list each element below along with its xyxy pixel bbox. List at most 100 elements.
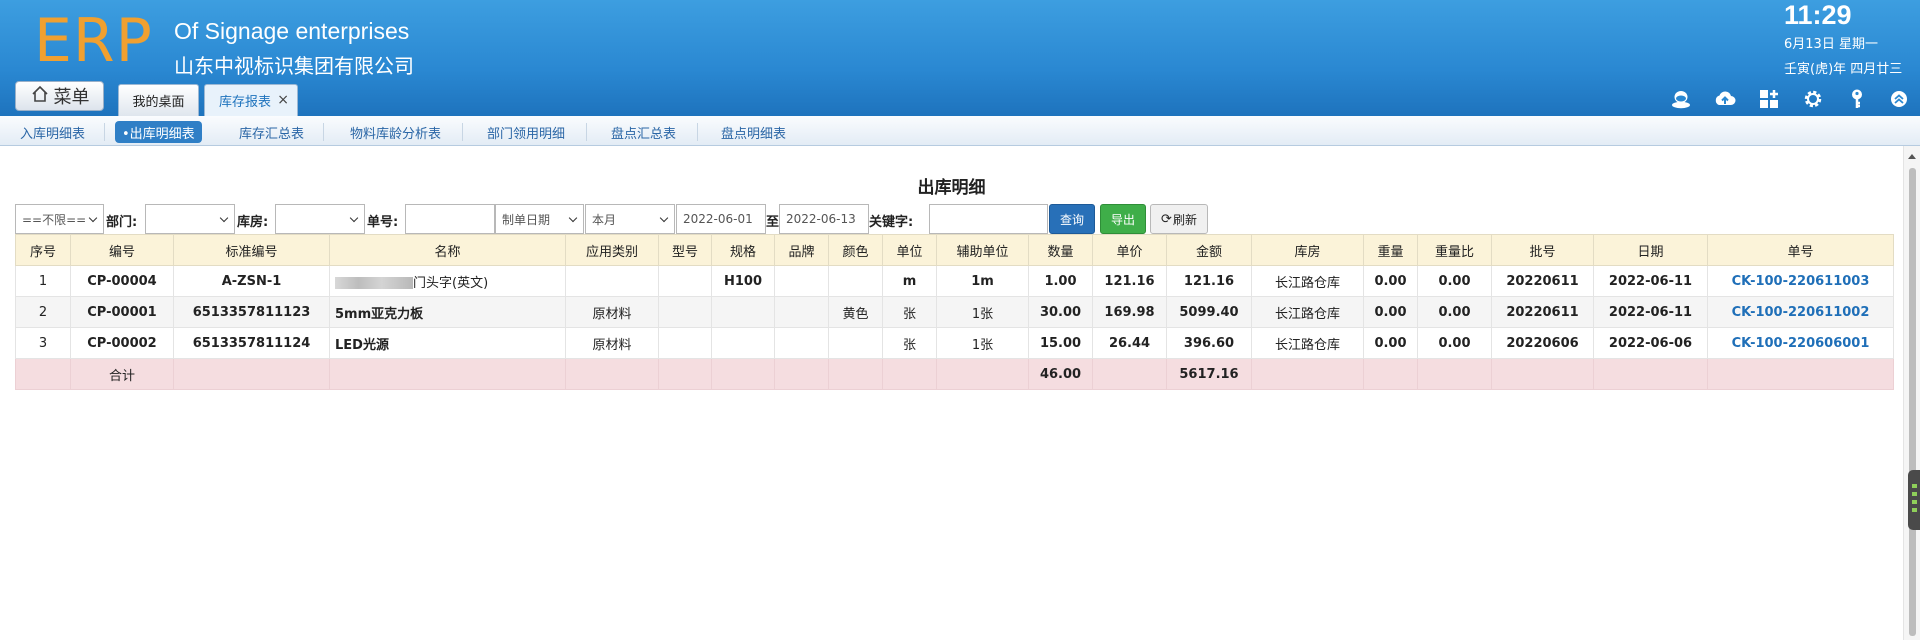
- column-header[interactable]: 日期: [1593, 234, 1708, 266]
- column-header[interactable]: 序号: [15, 234, 71, 266]
- cell-empty: [882, 358, 937, 390]
- cell-date: 2022-06-11: [1593, 265, 1708, 297]
- refresh-icon: ⟳: [1161, 211, 1172, 227]
- cell-empty: [1593, 358, 1708, 390]
- cell-unit: 张: [882, 296, 937, 328]
- cell-empty: [711, 358, 775, 390]
- cell-category: 原材料: [565, 327, 659, 359]
- cell-store: 长江路仓库: [1251, 327, 1364, 359]
- vertical-scrollbar[interactable]: [1903, 146, 1920, 640]
- query-button[interactable]: 查询: [1049, 204, 1095, 234]
- subnav-stocktake-summary[interactable]: 盘点汇总表: [604, 121, 683, 143]
- column-header[interactable]: 重量比: [1417, 234, 1492, 266]
- doc-no-input[interactable]: [405, 204, 495, 234]
- cell-category: [565, 265, 659, 297]
- table-row[interactable]: 1 CP-00004 A-ZSN-1 门头字(英文) H100 m 1m 1.0…: [15, 265, 1894, 297]
- column-header[interactable]: 颜色: [828, 234, 883, 266]
- cell-model: [658, 265, 712, 297]
- subnav-inbound-detail[interactable]: 入库明细表: [13, 121, 92, 143]
- scope-select[interactable]: ==不限==: [15, 204, 104, 234]
- cell-doc-no-link[interactable]: CK-100-220606001: [1707, 327, 1894, 359]
- column-header[interactable]: 标准编号: [173, 234, 330, 266]
- cell-seq: 2: [15, 296, 71, 328]
- settings-gear-icon[interactable]: [1802, 88, 1824, 110]
- keyword-input[interactable]: [929, 204, 1048, 234]
- column-header[interactable]: 重量: [1363, 234, 1418, 266]
- home-icon: [30, 84, 50, 109]
- cell-spec: [711, 296, 775, 328]
- cell-batch: 20220611: [1491, 296, 1594, 328]
- erp-logo: ERP: [34, 6, 153, 76]
- subnav-material-age-analysis[interactable]: 物料库龄分析表: [343, 121, 448, 143]
- column-header[interactable]: 型号: [658, 234, 712, 266]
- column-header[interactable]: 单价: [1092, 234, 1167, 266]
- total-amount: 5617.16: [1166, 358, 1252, 390]
- table-row[interactable]: 3 CP-00002 6513357811124 LED光源 原材料 张 1张 …: [15, 327, 1894, 359]
- cell-doc-no-link[interactable]: CK-100-220611002: [1707, 296, 1894, 328]
- subnav-dept-usage-detail[interactable]: 部门领用明细: [480, 121, 572, 143]
- subnav-divider: [462, 123, 463, 141]
- total-qty: 46.00: [1028, 358, 1093, 390]
- date-from-input[interactable]: 2022-06-01: [676, 204, 766, 234]
- subnav-outbound-detail[interactable]: •出库明细表: [115, 121, 202, 143]
- cell-amount: 5099.40: [1166, 296, 1252, 328]
- tab-inventory-report[interactable]: 库存报表 ×: [204, 84, 298, 116]
- refresh-button-label: 刷新: [1172, 212, 1197, 227]
- column-header[interactable]: 库房: [1251, 234, 1364, 266]
- column-header[interactable]: 应用类别: [565, 234, 659, 266]
- cell-price: 169.98: [1092, 296, 1167, 328]
- total-row: 合计 46.00 5617.16: [15, 358, 1894, 390]
- apps-grid-icon[interactable]: [1758, 88, 1780, 110]
- column-header[interactable]: 单号: [1707, 234, 1894, 266]
- close-tab-icon[interactable]: ×: [277, 92, 289, 108]
- column-header[interactable]: 数量: [1028, 234, 1093, 266]
- cell-name: 门头字(英文): [329, 265, 566, 297]
- cell-empty: [329, 358, 566, 390]
- scroll-up-arrow-icon[interactable]: [1908, 154, 1916, 159]
- cell-category: 原材料: [565, 296, 659, 328]
- menu-button[interactable]: 菜单: [15, 81, 104, 111]
- collapse-up-icon[interactable]: [1888, 88, 1910, 110]
- tab-label: 我的桌面: [132, 95, 185, 110]
- cell-name: 5mm亚克力板: [329, 296, 566, 328]
- subnav-divider: [697, 123, 698, 141]
- cell-amount: 396.60: [1166, 327, 1252, 359]
- cell-empty: [1092, 358, 1167, 390]
- date-to-input[interactable]: 2022-06-13: [779, 204, 869, 234]
- refresh-button[interactable]: ⟳ 刷新: [1150, 204, 1208, 234]
- cell-std-code: A-ZSN-1: [173, 265, 330, 297]
- outbound-detail-table: 序号 编号 标准编号 名称 应用类别 型号 规格 品牌 颜色 单位 辅助单位 数…: [15, 234, 1894, 390]
- side-panel-handle[interactable]: [1908, 470, 1920, 530]
- doc-no-label: 单号:: [367, 215, 399, 230]
- cell-store: 长江路仓库: [1251, 265, 1364, 297]
- cell-empty: [828, 358, 883, 390]
- scrollbar-thumb[interactable]: [1909, 168, 1916, 636]
- column-header[interactable]: 金额: [1166, 234, 1252, 266]
- cell-doc-no-link[interactable]: CK-100-220611003: [1707, 265, 1894, 297]
- store-select[interactable]: [275, 204, 365, 234]
- cell-aux-unit: 1m: [936, 265, 1029, 297]
- subnav-stocktake-detail[interactable]: 盘点明细表: [714, 121, 793, 143]
- date-type-select[interactable]: 制单日期: [495, 204, 584, 234]
- column-header[interactable]: 名称: [329, 234, 566, 266]
- cell-weight: 0.00: [1363, 327, 1418, 359]
- column-header[interactable]: 品牌: [774, 234, 829, 266]
- export-button[interactable]: 导出: [1100, 204, 1146, 234]
- cell-empty: [565, 358, 659, 390]
- cell-empty: [1491, 358, 1594, 390]
- table-row[interactable]: 2 CP-00001 6513357811123 5mm亚克力板 原材料 黄色 …: [15, 296, 1894, 328]
- dept-select[interactable]: [145, 204, 235, 234]
- column-header[interactable]: 批号: [1491, 234, 1594, 266]
- period-select[interactable]: 本月: [585, 204, 675, 234]
- column-header[interactable]: 辅助单位: [936, 234, 1029, 266]
- cell-empty: [936, 358, 1029, 390]
- cell-weight-ratio: 0.00: [1417, 327, 1492, 359]
- tab-my-desktop[interactable]: 我的桌面: [118, 84, 199, 116]
- user-icon[interactable]: [1670, 88, 1692, 110]
- subnav-inventory-summary[interactable]: 库存汇总表: [232, 121, 311, 143]
- cloud-upload-icon[interactable]: [1714, 88, 1736, 110]
- column-header[interactable]: 编号: [70, 234, 174, 266]
- key-icon[interactable]: [1846, 88, 1868, 110]
- column-header[interactable]: 单位: [882, 234, 937, 266]
- column-header[interactable]: 规格: [711, 234, 775, 266]
